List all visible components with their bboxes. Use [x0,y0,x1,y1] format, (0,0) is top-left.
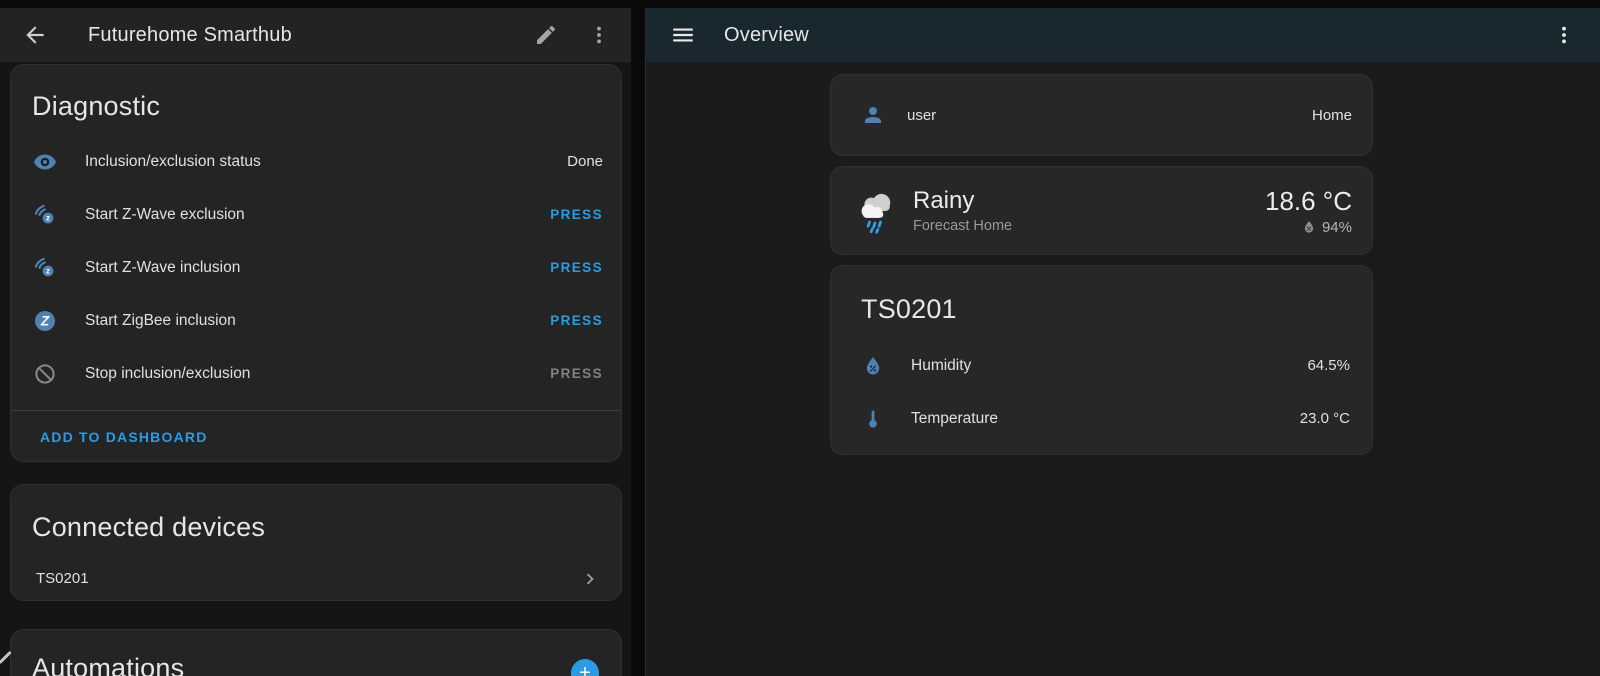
right-app-header: Overview [646,8,1600,62]
row-stop-inclusion: Stop inclusion/exclusion PRESS [11,347,621,400]
weather-subtitle: Forecast Home [913,218,1012,234]
zwave-icon: z [33,203,57,227]
person-icon [861,103,885,127]
left-app-header: Futurehome Smarthub [0,8,631,62]
overview-title: Overview [724,24,809,47]
back-button[interactable] [22,22,48,48]
press-button[interactable]: PRESS [550,313,603,328]
row-inclusion-status: Inclusion/exclusion status Done [11,135,621,188]
eye-icon [33,150,57,174]
row-zigbee-inclusion: Z Start ZigBee inclusion PRESS [11,294,621,347]
press-button[interactable]: PRESS [550,260,603,275]
zwave-icon: z [33,256,57,280]
device-detail-window: Futurehome Smarthub Diagnostic [0,8,631,676]
pencil-icon [534,23,558,47]
overview-window: Overview user Home [645,8,1600,676]
overview-content: user Home [646,62,1600,455]
weather-temperature: 18.6 °C [1265,186,1352,216]
row-zwave-inclusion: z Start Z-Wave inclusion PRESS [11,241,621,294]
overflow-menu-button[interactable] [587,23,611,47]
edit-button[interactable] [534,23,558,47]
page-title: Futurehome Smarthub [88,24,292,47]
row-label: Start ZigBee inclusion [85,312,550,330]
overview-overflow-menu-button[interactable] [1552,23,1576,47]
overflow-menu-icon [587,23,611,47]
block-icon [33,362,57,386]
thermometer-icon [861,407,885,431]
sensor-card: TS0201 Humidity 64.5% [830,265,1373,455]
sensor-value: 64.5% [1307,357,1350,374]
svg-text:z: z [46,213,50,222]
row-label: Start Z-Wave exclusion [85,206,550,224]
connected-devices-title: Connected devices [32,511,601,543]
user-area: Home [1312,107,1352,124]
press-button[interactable]: PRESS [550,207,603,222]
weather-card[interactable]: Rainy Forecast Home 18.6 °C 94% [830,166,1373,255]
weather-pouring-icon [851,187,899,235]
water-percent-icon [861,354,885,378]
hamburger-menu-icon [670,22,696,48]
row-zwave-exclusion: z Start Z-Wave exclusion PRESS [11,188,621,241]
svg-text:z: z [46,266,50,275]
diagnostic-card: Diagnostic Inclusion/exclusion status Do… [10,64,622,462]
humidity-row[interactable]: Humidity 64.5% [831,339,1372,392]
sensor-value: 23.0 °C [1300,410,1350,427]
back-arrow-icon [22,22,48,48]
svg-text:Z: Z [40,313,50,328]
row-value: Done [567,153,603,170]
row-label: Start Z-Wave inclusion [85,259,550,277]
chevron-right-icon [579,568,601,590]
automations-title: Automations [32,652,601,676]
temperature-row[interactable]: Temperature 23.0 °C [831,392,1372,445]
diagnostic-card-title: Diagnostic [32,90,601,122]
device-list-item-ts0201[interactable]: TS0201 [11,555,621,601]
sensor-label: Humidity [911,357,1307,375]
press-button-disabled: PRESS [550,366,603,381]
sensor-label: Temperature [911,410,1300,428]
row-label: Stop inclusion/exclusion [85,365,550,383]
add-to-dashboard-button[interactable]: ADD TO DASHBOARD [40,429,208,445]
device-name: TS0201 [36,570,579,587]
automations-card: Automations + [10,629,622,676]
row-label: Inclusion/exclusion status [85,153,567,171]
sidebar-menu-button[interactable] [670,22,696,48]
user-name: user [907,107,936,124]
left-content: Diagnostic Inclusion/exclusion status Do… [0,62,631,676]
weather-humidity: 94% [1322,219,1352,236]
connected-devices-card: Connected devices TS0201 [10,484,622,601]
zigbee-icon: Z [33,309,57,333]
overflow-menu-icon [1552,23,1576,47]
sensor-card-title: TS0201 [861,293,1342,325]
water-percent-icon [1301,219,1317,235]
weather-condition: Rainy [913,187,1012,215]
user-card[interactable]: user Home [830,74,1373,156]
